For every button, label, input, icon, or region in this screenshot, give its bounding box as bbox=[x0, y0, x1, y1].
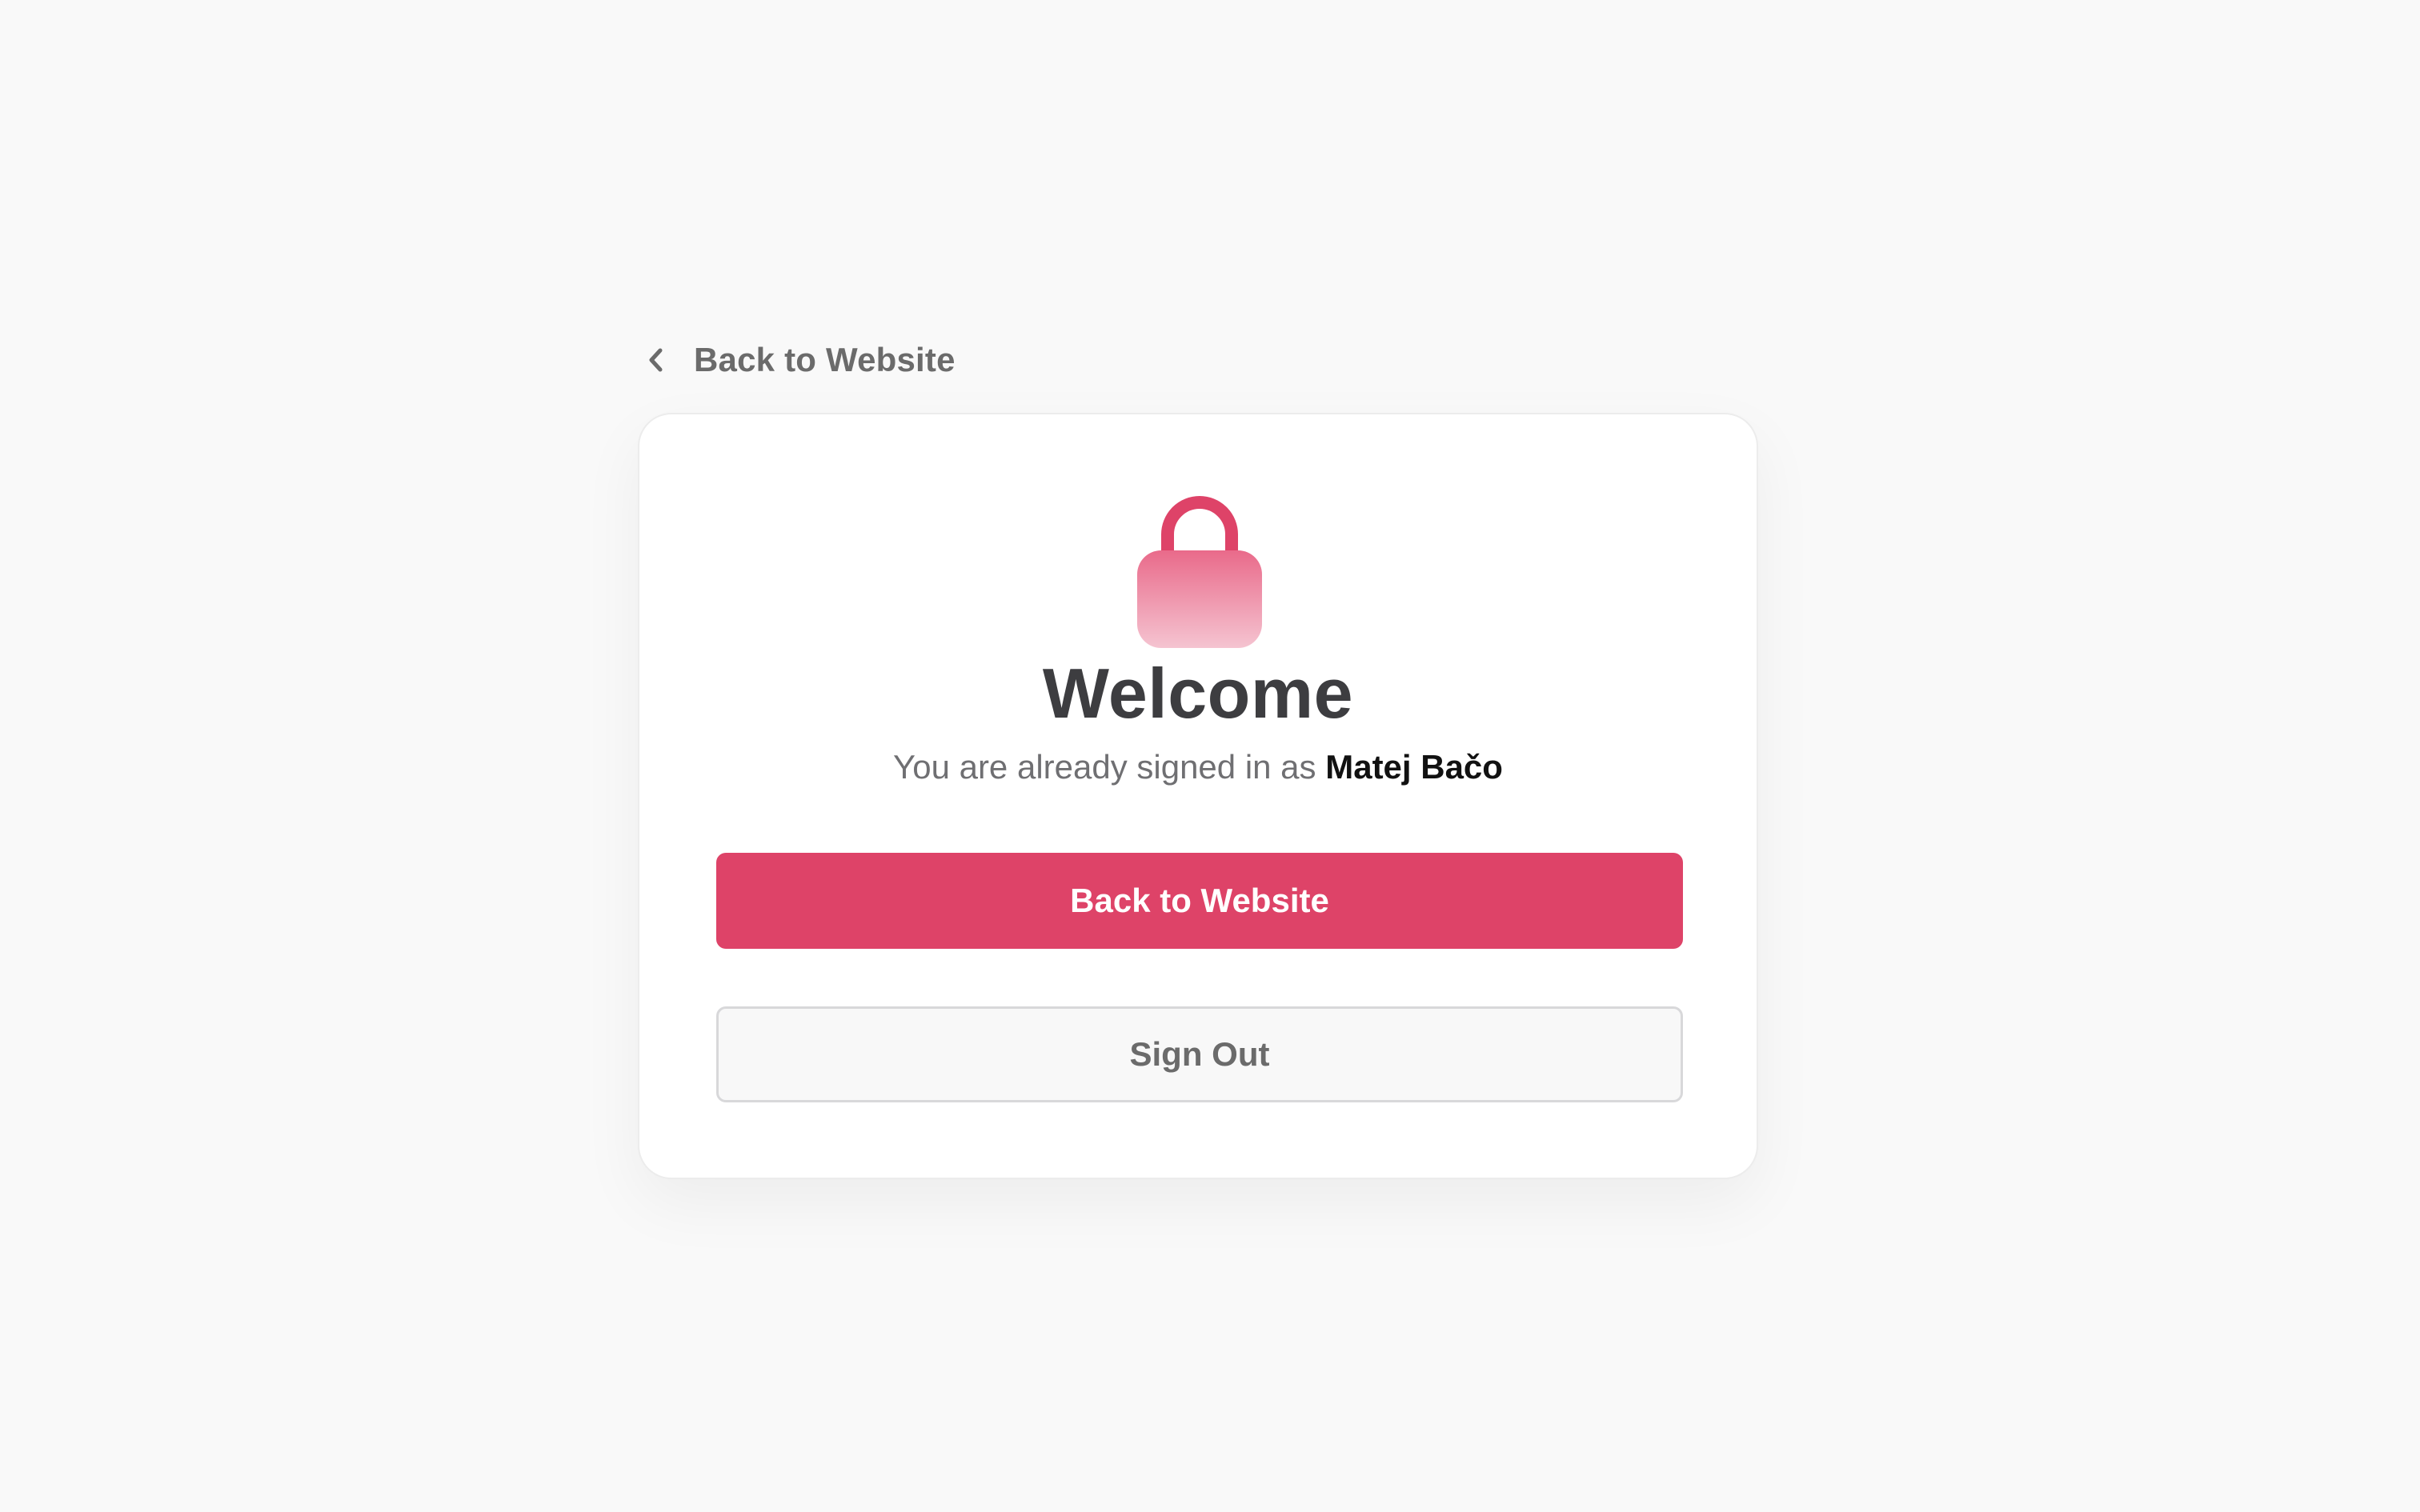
auth-container: Back to Website Welcome You are already … bbox=[638, 336, 1758, 1179]
page-title: Welcome bbox=[1042, 654, 1354, 733]
lock-icon bbox=[1136, 490, 1264, 650]
signed-in-card: Welcome You are already signed in as Mat… bbox=[638, 413, 1758, 1179]
signed-in-prefix: You are already signed in as bbox=[893, 748, 1316, 786]
back-to-website-link[interactable]: Back to Website bbox=[641, 336, 1758, 384]
signed-in-message: You are already signed in as Matej Bačo bbox=[639, 748, 1757, 786]
back-to-website-button[interactable]: Back to Website bbox=[716, 853, 1683, 949]
chevron-left-icon bbox=[641, 346, 670, 374]
sign-out-button[interactable]: Sign Out bbox=[716, 1006, 1683, 1102]
user-name: Matej Bačo bbox=[1325, 748, 1503, 786]
back-link-label: Back to Website bbox=[694, 341, 956, 378]
